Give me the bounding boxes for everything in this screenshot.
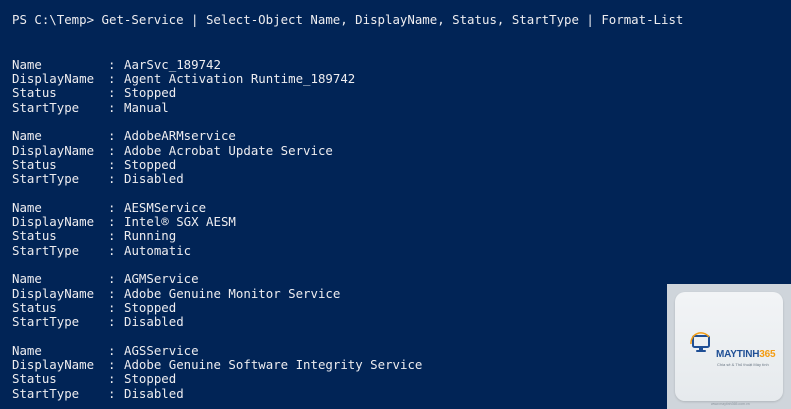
service-start-type: Disabled: [124, 314, 184, 329]
field-label: Name: [12, 200, 42, 215]
service-starttype-line: StartType: Disabled: [12, 386, 184, 401]
service-display-name: Adobe Acrobat Update Service: [124, 143, 333, 158]
separator: :: [108, 171, 123, 186]
service-name-line: Name: AGMService: [12, 271, 199, 286]
watermark-tagline: Chia sẻ & Thủ thuật Máy tính: [717, 362, 769, 367]
service-display-name: Adobe Genuine Software Integrity Service: [124, 357, 423, 372]
separator: :: [108, 300, 123, 315]
brand-accent: 365: [759, 349, 776, 360]
service-starttype-line: StartType: Disabled: [12, 314, 184, 329]
separator: :: [108, 157, 123, 172]
service-status-line: Status: Stopped: [12, 300, 176, 315]
field-label: Status: [12, 228, 57, 243]
separator: :: [108, 228, 123, 243]
service-status-line: Status: Running: [12, 228, 176, 243]
service-name: AarSvc_189742: [124, 57, 221, 72]
field-label: DisplayName: [12, 143, 95, 158]
service-status: Running: [124, 228, 177, 243]
field-label: Name: [12, 128, 42, 143]
field-label: StartType: [12, 171, 80, 186]
field-label: Status: [12, 300, 57, 315]
service-starttype-line: StartType: Disabled: [12, 171, 184, 186]
service-displayname-line: DisplayName: Intel® SGX AESM: [12, 214, 236, 229]
watermark-logo: MAYTINH365 Chia sẻ & Thủ thuật Máy tính …: [667, 284, 791, 409]
service-displayname-line: DisplayName: Adobe Genuine Software Inte…: [12, 357, 422, 372]
separator: :: [108, 357, 123, 372]
field-label: Status: [12, 85, 57, 100]
service-display-name: Intel® SGX AESM: [124, 214, 236, 229]
service-name: AESMService: [124, 200, 207, 215]
watermark-brand: MAYTINH365: [716, 349, 776, 360]
service-status: Stopped: [124, 371, 177, 386]
field-label: Status: [12, 157, 57, 172]
watermark-card: MAYTINH365 Chia sẻ & Thủ thuật Máy tính …: [675, 292, 783, 406]
service-name-line: Name: AESMService: [12, 200, 206, 215]
field-label: StartType: [12, 386, 80, 401]
service-displayname-line: DisplayName: Adobe Acrobat Update Servic…: [12, 143, 333, 158]
separator: :: [108, 200, 123, 215]
watermark-url: www.maytinh365.com.vn: [711, 402, 750, 406]
service-start-type: Manual: [124, 100, 169, 115]
separator: :: [108, 100, 123, 115]
service-name-line: Name: AGSService: [12, 343, 199, 358]
field-label: DisplayName: [12, 286, 95, 301]
service-name-line: Name: AarSvc_189742: [12, 57, 221, 72]
separator: :: [108, 371, 123, 386]
separator: :: [108, 214, 123, 229]
field-label: Status: [12, 371, 57, 386]
monitor-logo-icon: [690, 332, 710, 352]
separator: :: [108, 57, 123, 72]
service-displayname-line: DisplayName: Adobe Genuine Monitor Servi…: [12, 286, 340, 301]
separator: :: [108, 85, 123, 100]
command-text: Get-Service | Select-Object Name, Displa…: [101, 12, 684, 27]
field-label: StartType: [12, 100, 80, 115]
service-status-line: Status: Stopped: [12, 371, 176, 386]
service-status: Stopped: [124, 85, 177, 100]
separator: :: [108, 243, 123, 258]
separator: :: [108, 386, 123, 401]
field-label: DisplayName: [12, 357, 95, 372]
service-name-line: Name: AdobeARMservice: [12, 128, 236, 143]
service-display-name: Adobe Genuine Monitor Service: [124, 286, 341, 301]
prompt: PS C:\Temp>: [12, 12, 102, 27]
service-start-type: Disabled: [124, 386, 184, 401]
separator: :: [108, 128, 123, 143]
service-status: Stopped: [124, 157, 177, 172]
separator: :: [108, 271, 123, 286]
field-label: StartType: [12, 314, 80, 329]
field-label: StartType: [12, 243, 80, 258]
service-starttype-line: StartType: Automatic: [12, 243, 191, 258]
service-start-type: Disabled: [124, 171, 184, 186]
separator: :: [108, 71, 123, 86]
field-label: DisplayName: [12, 71, 95, 86]
service-status-line: Status: Stopped: [12, 157, 176, 172]
service-status-line: Status: Stopped: [12, 85, 176, 100]
brand-main: MAYTINH: [716, 349, 760, 360]
service-display-name: Agent Activation Runtime_189742: [124, 71, 356, 86]
service-name: AGSService: [124, 343, 199, 358]
service-start-type: Automatic: [124, 243, 192, 258]
field-label: Name: [12, 343, 42, 358]
field-label: Name: [12, 57, 42, 72]
separator: :: [108, 314, 123, 329]
service-status: Stopped: [124, 300, 177, 315]
field-label: DisplayName: [12, 214, 95, 229]
service-name: AGMService: [124, 271, 199, 286]
service-name: AdobeARMservice: [124, 128, 236, 143]
separator: :: [108, 143, 123, 158]
service-starttype-line: StartType: Manual: [12, 100, 169, 115]
service-displayname-line: DisplayName: Agent Activation Runtime_18…: [12, 71, 355, 86]
command-line: PS C:\Temp> Get-Service | Select-Object …: [12, 12, 683, 27]
separator: :: [108, 286, 123, 301]
field-label: Name: [12, 271, 42, 286]
separator: :: [108, 343, 123, 358]
